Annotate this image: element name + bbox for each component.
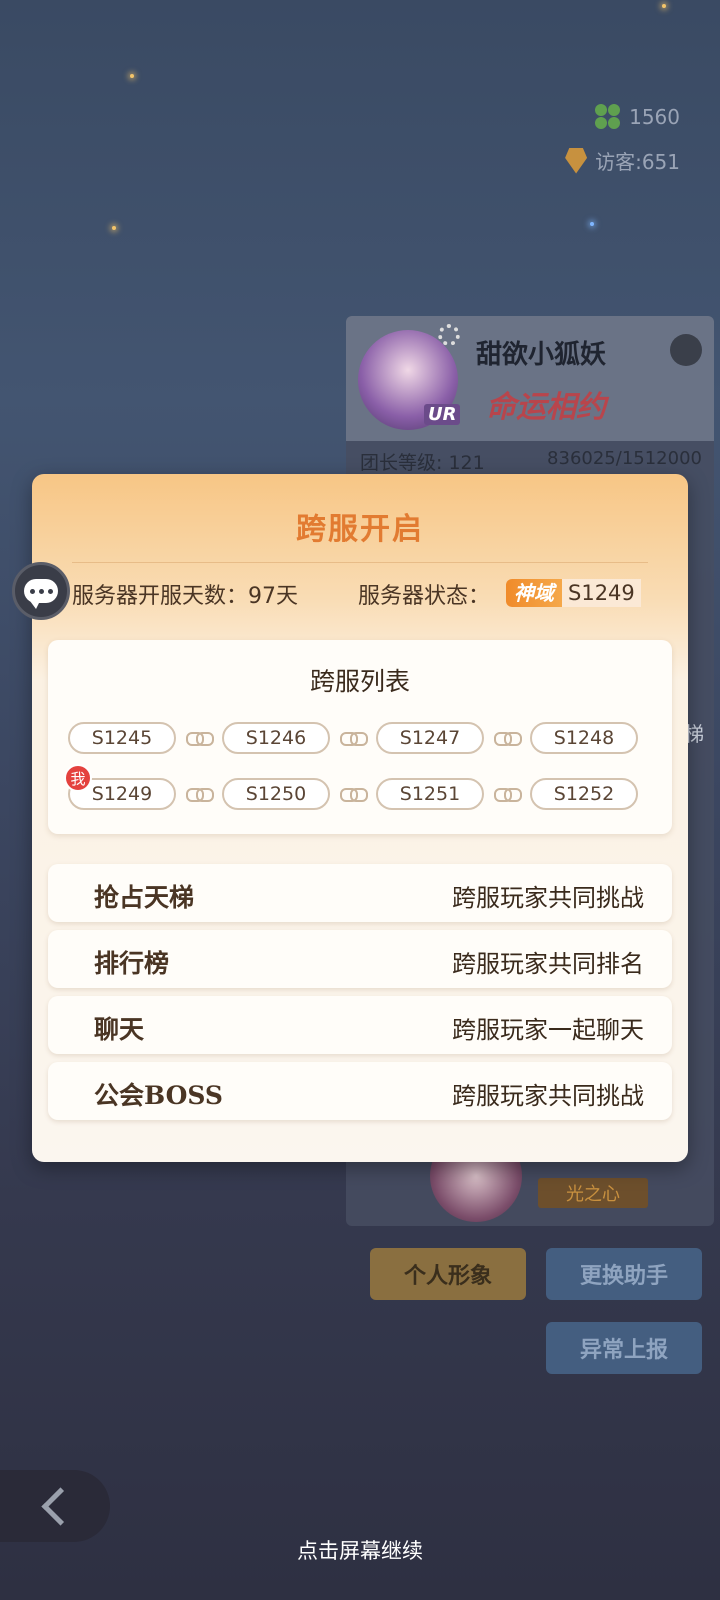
star [130, 74, 134, 78]
link-icon [186, 788, 214, 802]
rarity-badge: UR [424, 404, 461, 425]
star [112, 226, 116, 230]
gear-icon[interactable] [438, 324, 460, 346]
player-exp: 836025/1512000 [547, 448, 702, 469]
server-pill[interactable]: S1245 [68, 722, 176, 754]
feature-name: 抢占天梯 [94, 883, 195, 912]
edit-icon[interactable] [670, 334, 702, 366]
feature-row[interactable]: 排行榜 跨服玩家共同排名 [48, 930, 672, 988]
server-pill[interactable]: S1247 [376, 722, 484, 754]
modal-title: 跨服开启 [296, 512, 424, 547]
title-badge: 命运相约 [486, 390, 606, 425]
server-pill[interactable]: S1246 [222, 722, 330, 754]
personal-image-button[interactable]: 个人形象 [370, 1248, 526, 1300]
player-name: 甜欲小狐妖 [476, 340, 607, 370]
visitor-icon [565, 147, 588, 174]
feature-desc: 跨服玩家一起聊天 [452, 1016, 644, 1044]
clover-count: 1560 [629, 105, 680, 129]
player-level: 团长等级: 121 [360, 452, 485, 474]
clover-icon [595, 104, 621, 130]
feature-row[interactable]: 抢占天梯 跨服玩家共同挑战 [48, 864, 672, 922]
server-list-panel: 跨服列表 S1245 S1246 S1247 S1248 S1249 S1250… [48, 640, 672, 834]
server-pill[interactable]: S1252 [530, 778, 638, 810]
cross-server-modal: 跨服开启 服务器开服天数：97天 服务器状态： 神域 S1249 跨服列表 S1… [32, 474, 688, 1162]
link-icon [494, 732, 522, 746]
feature-name: 公会BOSS [94, 1081, 223, 1110]
chat-button[interactable] [12, 562, 70, 620]
my-server-badge: 我 [64, 764, 92, 792]
back-arrow-icon [40, 1486, 80, 1526]
status-server: S1249 [562, 579, 641, 607]
feature-desc: 跨服玩家共同挑战 [452, 1082, 644, 1110]
profile-header: UR 甜欲小狐妖 命运相约 [346, 316, 714, 441]
feature-name: 排行榜 [94, 949, 170, 978]
feature-desc: 跨服玩家共同挑战 [452, 884, 644, 912]
feature-row[interactable]: 聊天 跨服玩家一起聊天 [48, 996, 672, 1054]
status-label: 服务器状态： [358, 584, 491, 609]
status-tag: 神域 [506, 579, 562, 607]
back-button[interactable] [0, 1470, 110, 1542]
visitor-count: 访客:651 [595, 150, 680, 174]
server-pill[interactable]: S1250 [222, 778, 330, 810]
open-days: 服务器开服天数：97天 [72, 584, 298, 609]
link-icon [340, 788, 368, 802]
chat-icon [24, 579, 58, 609]
feature-row[interactable]: 公会BOSS 跨服玩家共同挑战 [48, 1062, 672, 1120]
server-pill[interactable]: S1251 [376, 778, 484, 810]
server-pill[interactable]: S1248 [530, 722, 638, 754]
report-button[interactable]: 异常上报 [546, 1322, 702, 1374]
star [662, 4, 666, 8]
visitor-counter: 访客:651 [565, 146, 680, 175]
link-icon [494, 788, 522, 802]
feature-name: 聊天 [94, 1015, 145, 1044]
heart-tag: 光之心 [538, 1178, 648, 1208]
server-list-title: 跨服列表 [309, 667, 410, 696]
clover-counter: 1560 [595, 104, 680, 130]
link-icon [186, 732, 214, 746]
star [590, 222, 594, 226]
link-icon [340, 732, 368, 746]
continue-hint[interactable]: 点击屏幕继续 [0, 1535, 720, 1565]
divider [72, 562, 648, 563]
feature-desc: 跨服玩家共同排名 [452, 950, 644, 978]
change-helper-button[interactable]: 更换助手 [546, 1248, 702, 1300]
server-status: 神域 S1249 [506, 578, 641, 608]
